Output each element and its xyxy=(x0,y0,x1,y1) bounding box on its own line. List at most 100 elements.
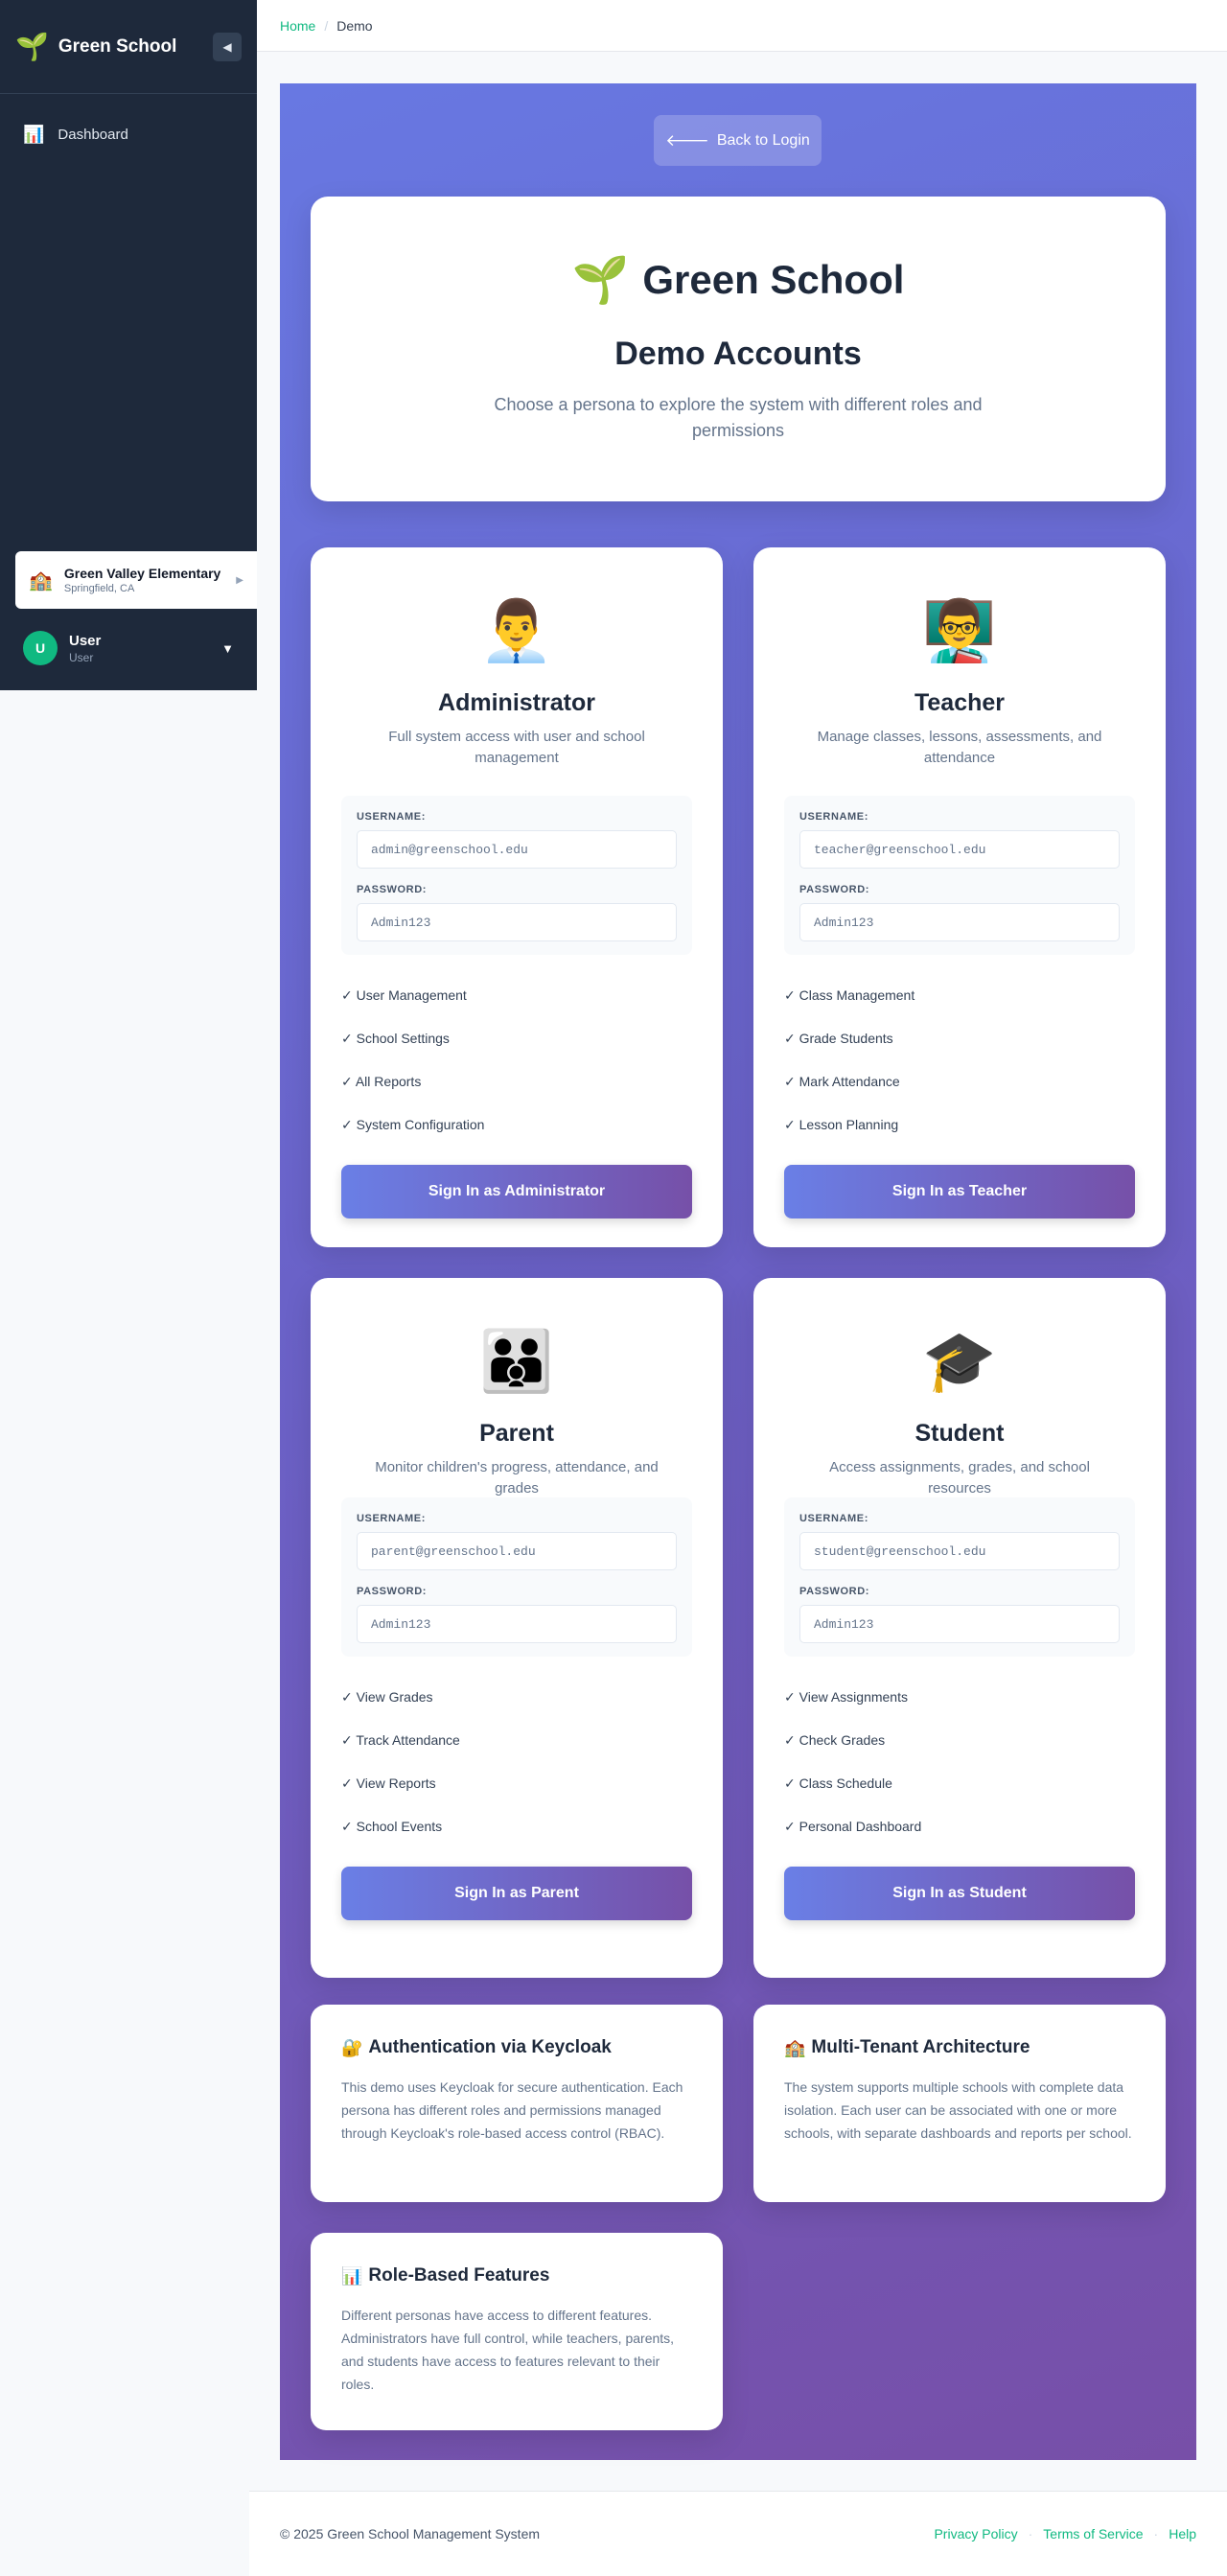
credentials-box: USERNAME: student@greenschool.edu PASSWO… xyxy=(784,1497,1135,1657)
credentials-box: USERNAME: teacher@greenschool.edu PASSWO… xyxy=(784,796,1135,955)
username-label: USERNAME: xyxy=(799,811,869,823)
help-link[interactable]: Help xyxy=(1169,2526,1196,2541)
persona-card-administrator: 👨‍💼 Administrator Full system access wit… xyxy=(311,547,723,1247)
graduation-cap-icon: 🎓 xyxy=(922,1329,997,1395)
chevron-right-icon: ▶ xyxy=(236,574,243,586)
arrow-left-icon: 🡐 xyxy=(665,130,709,150)
footer-separator: · xyxy=(1153,2526,1159,2541)
lock-icon: 🔐 xyxy=(341,2037,363,2057)
username-label: USERNAME: xyxy=(799,1513,869,1524)
password-field[interactable]: Admin123 xyxy=(357,903,677,941)
info-text: Different personas have access to differ… xyxy=(341,2308,675,2392)
feature-item: ✓ Grade Students xyxy=(784,1031,893,1046)
bar-chart-icon: 📊 xyxy=(23,124,45,144)
feature-item: ✓ User Management xyxy=(341,987,467,1003)
terms-of-service-link[interactable]: Terms of Service xyxy=(1043,2526,1143,2541)
feature-item: ✓ School Settings xyxy=(341,1031,450,1046)
password-field[interactable]: Admin123 xyxy=(357,1605,677,1643)
avatar: U xyxy=(23,631,58,665)
family-icon: 👪 xyxy=(479,1329,554,1395)
persona-title: Parent xyxy=(479,1420,554,1447)
feature-item: ✓ Class Schedule xyxy=(784,1775,892,1791)
privacy-policy-link[interactable]: Privacy Policy xyxy=(934,2526,1017,2541)
feature-item: ✓ School Events xyxy=(341,1819,443,1834)
persona-description: Monitor children's progress, attendance,… xyxy=(375,1459,659,1497)
user-role: User xyxy=(69,650,94,664)
password-field[interactable]: Admin123 xyxy=(799,1605,1120,1643)
password-label: PASSWORD: xyxy=(799,1586,870,1597)
username-field[interactable]: admin@greenschool.edu xyxy=(357,830,677,869)
persona-card-teacher: 👨‍🏫 Teacher Manage classes, lessons, ass… xyxy=(753,547,1166,1247)
teacher-icon: 👨‍🏫 xyxy=(922,598,997,664)
feature-item: ✓ Check Grades xyxy=(784,1732,886,1748)
sidebar-nav: 📊 Dashboard xyxy=(0,94,257,153)
user-menu[interactable]: U User User ▼ xyxy=(0,621,257,675)
username-label: USERNAME: xyxy=(357,1513,427,1524)
sidebar-item-label: Dashboard xyxy=(58,126,128,143)
info-title: Multi-Tenant Architecture xyxy=(811,2037,1030,2057)
persona-title: Teacher xyxy=(914,689,1006,716)
feature-item: ✓ All Reports xyxy=(341,1074,422,1089)
sign-in-parent-button[interactable]: Sign In as Parent xyxy=(341,1867,692,1920)
feature-list: ✓ View Grades ✓ Track Attendance ✓ View … xyxy=(341,1676,692,1848)
persona-description: Access assignments, grades, and school r… xyxy=(829,1459,1090,1497)
administrator-icon: 👨‍💼 xyxy=(479,598,554,664)
feature-item: ✓ Mark Attendance xyxy=(784,1074,900,1089)
school-icon: 🏫 xyxy=(784,2037,806,2057)
sidebar-brand[interactable]: Green School xyxy=(58,36,213,58)
school-location: Springfield, CA xyxy=(63,583,135,594)
seedling-icon: 🌱 xyxy=(571,255,630,306)
footer: © 2025 Green School Management System Pr… xyxy=(249,2491,1227,2576)
feature-item: ✓ View Reports xyxy=(341,1775,436,1791)
back-to-login-button[interactable]: 🡐 Back to Login xyxy=(654,115,822,166)
demo-panel: 🡐 Back to Login 🌱 Green School Demo Acco… xyxy=(280,83,1196,2460)
persona-title: Student xyxy=(914,1420,1005,1447)
breadcrumb-home-link[interactable]: Home xyxy=(280,18,315,34)
page-subtitle: Choose a persona to explore the system w… xyxy=(494,395,983,440)
persona-card-parent: 👪 Parent Monitor children's progress, at… xyxy=(311,1278,723,1978)
persona-description: Full system access with user and school … xyxy=(388,729,645,766)
sign-in-administrator-button[interactable]: Sign In as Administrator xyxy=(341,1165,692,1218)
credentials-box: USERNAME: parent@greenschool.edu PASSWOR… xyxy=(341,1497,692,1657)
sidebar-item-dashboard[interactable]: 📊 Dashboard xyxy=(0,115,257,153)
sign-in-teacher-button[interactable]: Sign In as Teacher xyxy=(784,1165,1135,1218)
sidebar-header: 🌱 Green School ◀ xyxy=(0,0,257,94)
page-title: Demo Accounts xyxy=(614,336,862,372)
password-label: PASSWORD: xyxy=(799,884,870,895)
footer-separator: · xyxy=(1028,2526,1033,2541)
intro-card: 🌱 Green School Demo Accounts Choose a pe… xyxy=(311,197,1166,501)
intro-brand: Green School xyxy=(642,256,905,302)
info-card-multi-tenant: 🏫 Multi-Tenant Architecture The system su… xyxy=(753,2005,1166,2202)
username-field[interactable]: parent@greenschool.edu xyxy=(357,1532,677,1570)
username-field[interactable]: teacher@greenschool.edu xyxy=(799,830,1120,869)
feature-list: ✓ View Assignments ✓ Check Grades ✓ Clas… xyxy=(784,1676,1135,1848)
chevron-down-icon: ▼ xyxy=(221,640,234,656)
username-field[interactable]: student@greenschool.edu xyxy=(799,1532,1120,1570)
info-title: Role-Based Features xyxy=(368,2265,550,2286)
sign-in-student-button[interactable]: Sign In as Student xyxy=(784,1867,1135,1920)
seedling-logo-icon: 🌱 xyxy=(15,32,49,61)
feature-item: ✓ Lesson Planning xyxy=(784,1117,899,1132)
feature-item: ✓ View Grades xyxy=(341,1689,433,1705)
password-field[interactable]: Admin123 xyxy=(799,903,1120,941)
persona-description: Manage classes, lessons, assessments, an… xyxy=(817,729,1102,766)
feature-item: ✓ Personal Dashboard xyxy=(784,1819,922,1834)
user-name: User xyxy=(69,632,102,649)
username-label: USERNAME: xyxy=(357,811,427,823)
info-title: Authentication via Keycloak xyxy=(368,2037,612,2057)
feature-item: ✓ Class Management xyxy=(784,987,915,1003)
info-card-role-based: 📊 Role-Based Features Different personas … xyxy=(311,2233,723,2430)
copyright: © 2025 Green School Management System xyxy=(280,2526,541,2541)
feature-item: ✓ View Assignments xyxy=(784,1689,908,1705)
collapse-sidebar-button[interactable]: ◀ xyxy=(213,32,242,61)
feature-list: ✓ User Management ✓ School Settings ✓ Al… xyxy=(341,974,692,1147)
sidebar: 🌱 Green School ◀ 📊 Dashboard 🏫 Green Val… xyxy=(0,0,257,690)
breadcrumb-separator: / xyxy=(324,17,329,34)
breadcrumb: Home / Demo xyxy=(257,0,1227,52)
password-label: PASSWORD: xyxy=(357,1586,428,1597)
info-text: This demo uses Keycloak for secure authe… xyxy=(341,2079,683,2141)
school-icon: 🏫 xyxy=(29,569,53,592)
persona-title: Administrator xyxy=(438,689,595,716)
breadcrumb-current: Demo xyxy=(336,17,373,34)
school-switcher[interactable]: 🏫 Green Valley Elementary Springfield, C… xyxy=(15,551,257,609)
